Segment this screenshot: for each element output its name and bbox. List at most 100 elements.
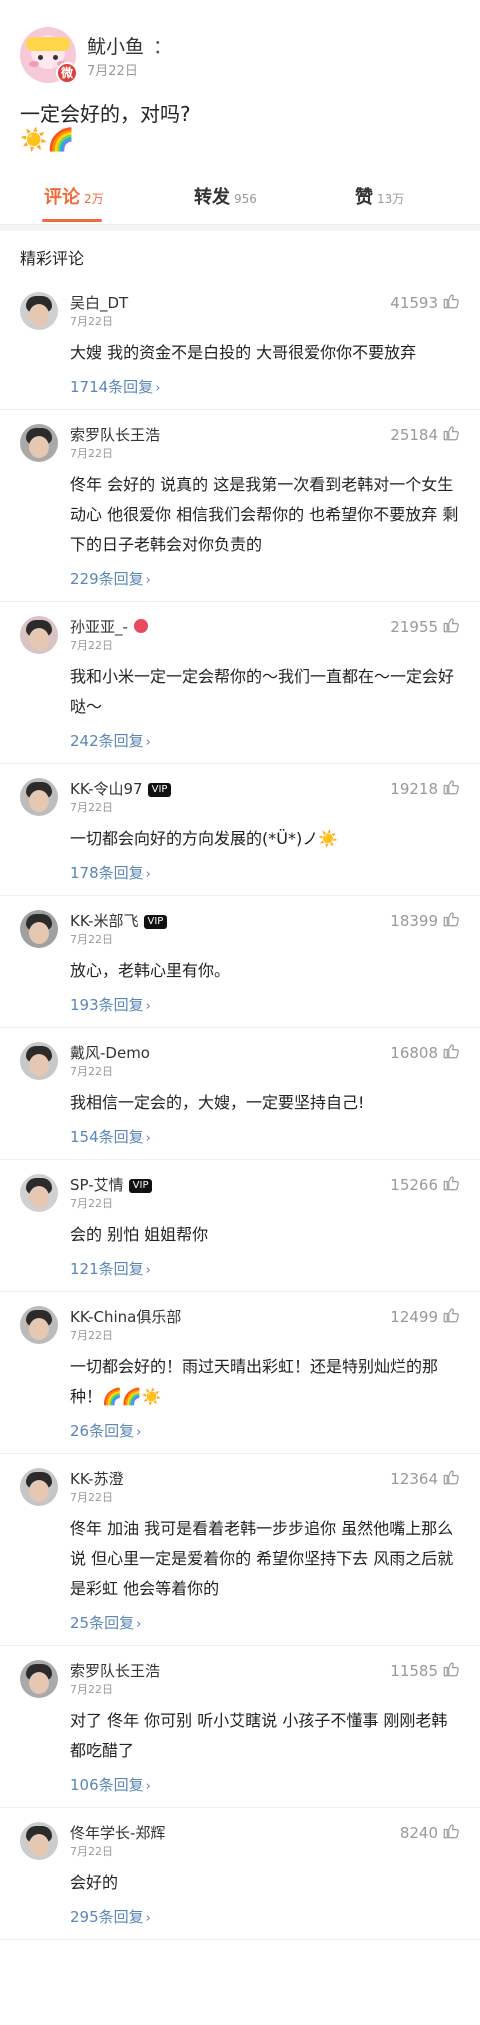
view-replies-link[interactable]: 26条回复 › [70,1412,460,1453]
weibo-badge-icon: 微 [56,62,78,84]
tab-bar: 评论 2万 转发 956 赞 13万 [0,175,480,225]
like-count: 8240 [399,1824,438,1842]
chevron-right-icon: › [136,1425,142,1440]
avatar-cheek [29,61,39,67]
commenter-name[interactable]: 索罗队长王浩 [70,1660,160,1681]
like-count: 18399 [390,912,438,930]
comment-item: KK-China俱乐部 7月22日 12499 一切都会好的！雨过天晴出彩虹！还是特别… [0,1292,480,1454]
like-button[interactable]: 25184 [390,424,460,444]
avatar[interactable] [20,1822,58,1860]
commenter-name[interactable]: 佟年学长-郑辉 [70,1822,165,1843]
commenter-name[interactable]: 戴风-Demo [70,1042,150,1063]
commenter-name[interactable]: 索罗队长王浩 [70,424,160,445]
author-name[interactable]: 鱿小鱼 [87,32,144,59]
view-replies-link[interactable]: 295条回复 › [70,1898,460,1939]
like-button[interactable]: 12364 [390,1468,460,1488]
commenter-name[interactable]: KK-苏澄 [70,1468,124,1489]
view-replies-link[interactable]: 121条回复 › [70,1250,460,1291]
comment-date: 7月22日 [70,1491,113,1504]
post-date: 7月22日 [87,64,138,79]
avatar[interactable] [20,910,58,948]
thumbs-up-icon [443,780,459,795]
avatar[interactable] [20,778,58,816]
thumbs-up-icon [443,1308,459,1323]
thumbs-up-icon [443,1662,459,1677]
comment-date: 7月22日 [70,447,113,460]
like-count: 12364 [390,1470,438,1488]
chevron-right-icon: › [145,573,151,588]
comment-meta: SP-艾情 VIP 7月22日 15266 [70,1160,460,1212]
avatar-face [29,436,49,458]
thumbs-up-icon [443,1470,459,1485]
avatar[interactable] [20,1174,58,1212]
view-replies-link[interactable]: 106条回复 › [70,1766,460,1807]
tab-reposts[interactable]: 转发 956 [194,183,257,209]
commenter-name[interactable]: 孙亚亚_- [70,616,148,637]
avatar-face [29,1672,49,1694]
more-icon[interactable]: ： [153,32,172,59]
tab-label: 赞 [355,187,373,208]
comment-meta: KK-China俱乐部 7月22日 12499 [70,1292,460,1344]
thumbs-up-icon [443,294,459,309]
tab-label: 转发 [194,187,230,208]
view-replies-link[interactable]: 25条回复 › [70,1604,460,1645]
thumbs-up-icon [443,912,459,927]
section-title: 精彩评论 [20,249,85,268]
reply-count: 295条回复 [70,1908,144,1926]
like-button[interactable]: 15266 [390,1174,460,1194]
like-button[interactable]: 41593 [390,292,460,312]
avatar-face [29,304,49,326]
avatar[interactable] [20,292,58,330]
comment-text: 一切都会向好的方向发展的(*Ü*)ノ☀️ [70,829,339,848]
view-replies-link[interactable]: 242条回复 › [70,722,460,763]
like-button[interactable]: 19218 [390,778,460,798]
comment-text: 佟年 加油 我可是看着老韩一步步追你 虽然他嘴上那么说 但心里一定是爱着你的 希… [70,1519,454,1598]
comment-item: SP-艾情 VIP 7月22日 15266 会的 别怕 姐姐帮你 121条回复 › [0,1160,480,1292]
avatar[interactable] [20,1468,58,1506]
like-button[interactable]: 16808 [390,1042,460,1062]
avatar-eye [38,55,43,60]
avatar[interactable] [20,1660,58,1698]
thumbs-up-icon [443,426,459,441]
comment-date: 7月22日 [70,1683,113,1696]
avatar-face [29,1054,49,1076]
section-divider [0,225,480,231]
comment-item: KK-米部飞 VIP 7月22日 18399 放心，老韩心里有你。 193条回复 › [0,896,480,1028]
tab-comments[interactable]: 评论 2万 [44,183,104,209]
like-button[interactable]: 21955 [390,616,460,636]
comment-item: 孙亚亚_- 7月22日 21955 我和小米一定一定会帮你的～我们一直都在～一定会好哒… [0,602,480,764]
chevron-right-icon: › [145,867,151,882]
view-replies-link[interactable]: 1714条回复 › [70,368,460,409]
comment-item: 戴风-Demo 7月22日 16808 我相信一定会的，大嫂，一定要坚持自己! 154条… [0,1028,480,1160]
commenter-name[interactable]: 吴白_DT [70,292,128,313]
view-replies-link[interactable]: 178条回复 › [70,854,460,895]
post-text: 一定会好的，对吗? [20,102,191,126]
avatar[interactable] [20,1042,58,1080]
commenter-name[interactable]: KK-令山97 VIP [70,778,172,799]
view-replies-link[interactable]: 193条回复 › [70,986,460,1027]
thumbs-up-icon [443,1176,459,1191]
like-count: 21955 [390,618,438,636]
avatar[interactable] [20,616,58,654]
like-button[interactable]: 11585 [390,1660,460,1680]
like-button[interactable]: 18399 [390,910,460,930]
comment-item: KK-令山97 VIP 7月22日 19218 一切都会向好的方向发展的(*Ü*)ノ☀️… [0,764,480,896]
comment-item: 索罗队长王浩 7月22日 11585 对了 佟年 你可别 听小艾瞎说 小孩子不懂事 刚… [0,1646,480,1808]
comment-text: 我相信一定会的，大嫂，一定要坚持自己! [70,1093,365,1112]
tab-likes[interactable]: 赞 13万 [355,183,404,209]
chevron-right-icon: › [145,1779,151,1794]
like-button[interactable]: 8240 [400,1822,460,1842]
comment-text: 我和小米一定一定会帮你的～我们一直都在～一定会好哒～ [70,667,455,716]
commenter-name[interactable]: KK-China俱乐部 [70,1306,181,1327]
view-replies-link[interactable]: 154条回复 › [70,1118,460,1159]
commenter-name[interactable]: KK-米部飞 VIP [70,910,168,931]
chevron-right-icon: › [136,1617,142,1632]
reply-count: 1714条回复 [70,378,154,396]
comment-text: 一切都会好的！雨过天晴出彩虹！还是特别灿烂的那种！🌈🌈☀️ [70,1357,439,1406]
view-replies-link[interactable]: 229条回复 › [70,560,460,601]
avatar[interactable] [20,424,58,462]
commenter-name[interactable]: SP-艾情 VIP [70,1174,153,1195]
like-button[interactable]: 12499 [390,1306,460,1326]
avatar[interactable] [20,1306,58,1344]
chevron-right-icon: › [145,1911,151,1926]
